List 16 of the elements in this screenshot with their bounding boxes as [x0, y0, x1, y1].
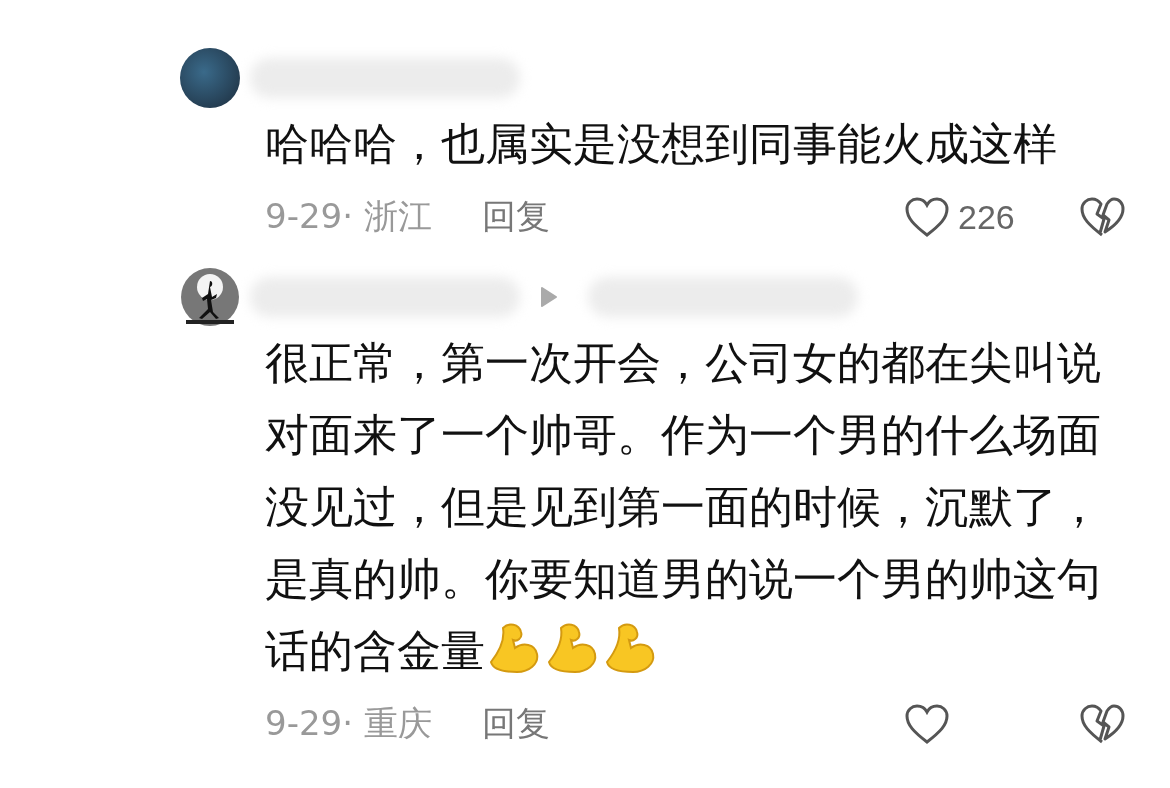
comment-date: 9-29· 重庆 — [265, 702, 432, 745]
heart-icon — [904, 703, 950, 745]
reply-button[interactable]: 回复 — [481, 194, 550, 240]
avatar-silhouette[interactable] — [180, 267, 240, 327]
comment-text: 哈哈哈，也属实是没想到同事能火成这样 — [265, 117, 1058, 171]
broken-heart-icon — [1079, 196, 1125, 238]
reply-button[interactable]: 回复 — [481, 701, 550, 747]
comment-date: 9-29· 浙江 — [265, 195, 432, 238]
avatar-photo-placeholder[interactable] — [180, 48, 240, 108]
dislike-button[interactable] — [1079, 196, 1125, 238]
heart-icon — [904, 196, 950, 238]
like-button[interactable]: 226 — [904, 196, 1044, 238]
dislike-button[interactable] — [1079, 703, 1125, 745]
play-arrow-icon — [540, 286, 558, 308]
broken-heart-icon — [1079, 703, 1125, 745]
comment-text: 很正常，第一次开会，公司女的都在尖叫说对面来了一个帅哥。作为一个男的什么场面没见过，但是见到第一面的时候，沉默了，是真的帅。你要知道男的说一个男的帅这句话的含金量 — [265, 336, 1102, 678]
